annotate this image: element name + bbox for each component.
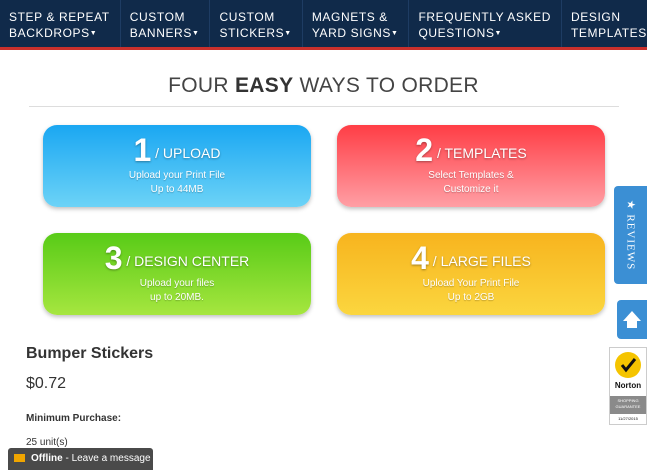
norton-shopping-guarantee-badge[interactable]: Norton SHOPPING GUARANTEE 11/27/2015 <box>609 347 647 425</box>
nav-item-line2: YARD SIGNS <box>311 26 391 40</box>
chat-status: Offline <box>31 453 63 464</box>
checkmark-icon <box>615 352 641 378</box>
heading-post: WAYS TO ORDER <box>293 74 479 97</box>
nav-item-faq[interactable]: FREQUENTLY ASKED QUESTIONS▼ <box>409 0 562 47</box>
norton-guarantee-text: SHOPPING GUARANTEE <box>610 396 646 414</box>
reviews-tab-label: ★ REVIEWS <box>624 199 636 271</box>
option-description: Upload your Print File <box>128 170 226 181</box>
reviews-tab[interactable]: ★ REVIEWS <box>614 186 647 284</box>
heading-emphasis: EASY <box>234 74 294 97</box>
nav-item-line1: MAGNETS & <box>311 10 388 24</box>
nav-item-custom-stickers[interactable]: CUSTOM STICKERS▼ <box>210 0 303 47</box>
nav-item-line2: BACKDROPS <box>9 26 90 40</box>
chat-message: Leave a message <box>71 453 151 464</box>
minimum-purchase-value: 25 unit(s) <box>26 437 68 448</box>
option-limit: Up to 2GB <box>447 292 495 303</box>
nav-item-line2: STICKERS <box>219 26 285 40</box>
option-number: 4 <box>411 240 429 276</box>
option-limit: up to 20MB. <box>150 292 204 303</box>
caret-down-icon: ▼ <box>494 29 503 37</box>
option-limit: Customize it <box>443 184 499 195</box>
heading-pre: FOUR <box>168 74 235 97</box>
option-number: 2 <box>415 132 434 168</box>
arrow-up-icon <box>623 311 641 328</box>
order-option-templates[interactable]: 2 / TEMPLATES Select Templates & Customi… <box>337 125 605 207</box>
top-navigation: STEP & REPEAT BACKDROPS▼ CUSTOM BANNERS▼… <box>0 0 647 50</box>
back-to-top-button[interactable] <box>617 300 647 339</box>
section-heading: FOUR EASY WAYS TO ORDER <box>0 74 647 98</box>
norton-date: 11/27/2015 <box>618 416 638 421</box>
option-number: 1 <box>133 132 152 168</box>
nav-item-line1: FREQUENTLY ASKED <box>418 10 551 24</box>
minimum-purchase-label: Minimum Purchase: <box>26 413 122 424</box>
nav-item-line1: CUSTOM <box>219 10 275 24</box>
nav-item-line1: DESIGN <box>571 10 621 24</box>
order-option-large-files[interactable]: 4 / LARGE FILES Upload Your Print File U… <box>337 233 605 315</box>
caret-down-icon: ▼ <box>390 29 399 37</box>
order-option-upload[interactable]: 1 / UPLOAD Upload your Print File Up to … <box>43 125 311 207</box>
nav-item-line1: STEP & REPEAT <box>9 10 110 24</box>
option-label: / DESIGN CENTER <box>122 253 250 269</box>
order-option-design-center[interactable]: 3 / DESIGN CENTER Upload your files up t… <box>43 233 311 315</box>
option-description: Select Templates & <box>428 170 514 181</box>
option-label: / UPLOAD <box>151 145 221 161</box>
caret-down-icon: ▼ <box>284 29 292 37</box>
heading-divider <box>29 106 619 107</box>
nav-item-line2: BANNERS <box>129 26 192 40</box>
nav-item-line2: TEMPLATES <box>571 26 647 40</box>
nav-item-line1: CUSTOM <box>129 10 186 24</box>
caret-down-icon: ▼ <box>89 29 98 37</box>
option-description: Upload your files <box>139 278 215 289</box>
option-label: / TEMPLATES <box>433 145 527 161</box>
envelope-icon <box>14 454 25 463</box>
live-chat-bar[interactable]: Offline - Leave a message <box>8 448 153 470</box>
nav-item-design-templates[interactable]: DESIGN TEMPLATES▼ <box>562 0 647 47</box>
option-description: Upload Your Print File <box>422 278 520 289</box>
option-label: / LARGE FILES <box>428 253 531 269</box>
nav-item-line2: QUESTIONS <box>418 26 495 40</box>
caret-down-icon: ▼ <box>191 29 200 37</box>
option-number: 3 <box>104 240 123 276</box>
product-price: $0.72 <box>26 375 67 392</box>
nav-item-custom-banners[interactable]: CUSTOM BANNERS▼ <box>121 0 211 47</box>
option-limit: Up to 44MB <box>150 184 204 195</box>
nav-item-magnets-yard-signs[interactable]: MAGNETS & YARD SIGNS▼ <box>303 0 410 47</box>
nav-item-step-repeat-backdrops[interactable]: STEP & REPEAT BACKDROPS▼ <box>0 0 121 47</box>
chat-separator: - <box>62 453 72 464</box>
product-title: Bumper Stickers <box>26 345 154 362</box>
norton-logo-text: Norton <box>614 381 642 390</box>
